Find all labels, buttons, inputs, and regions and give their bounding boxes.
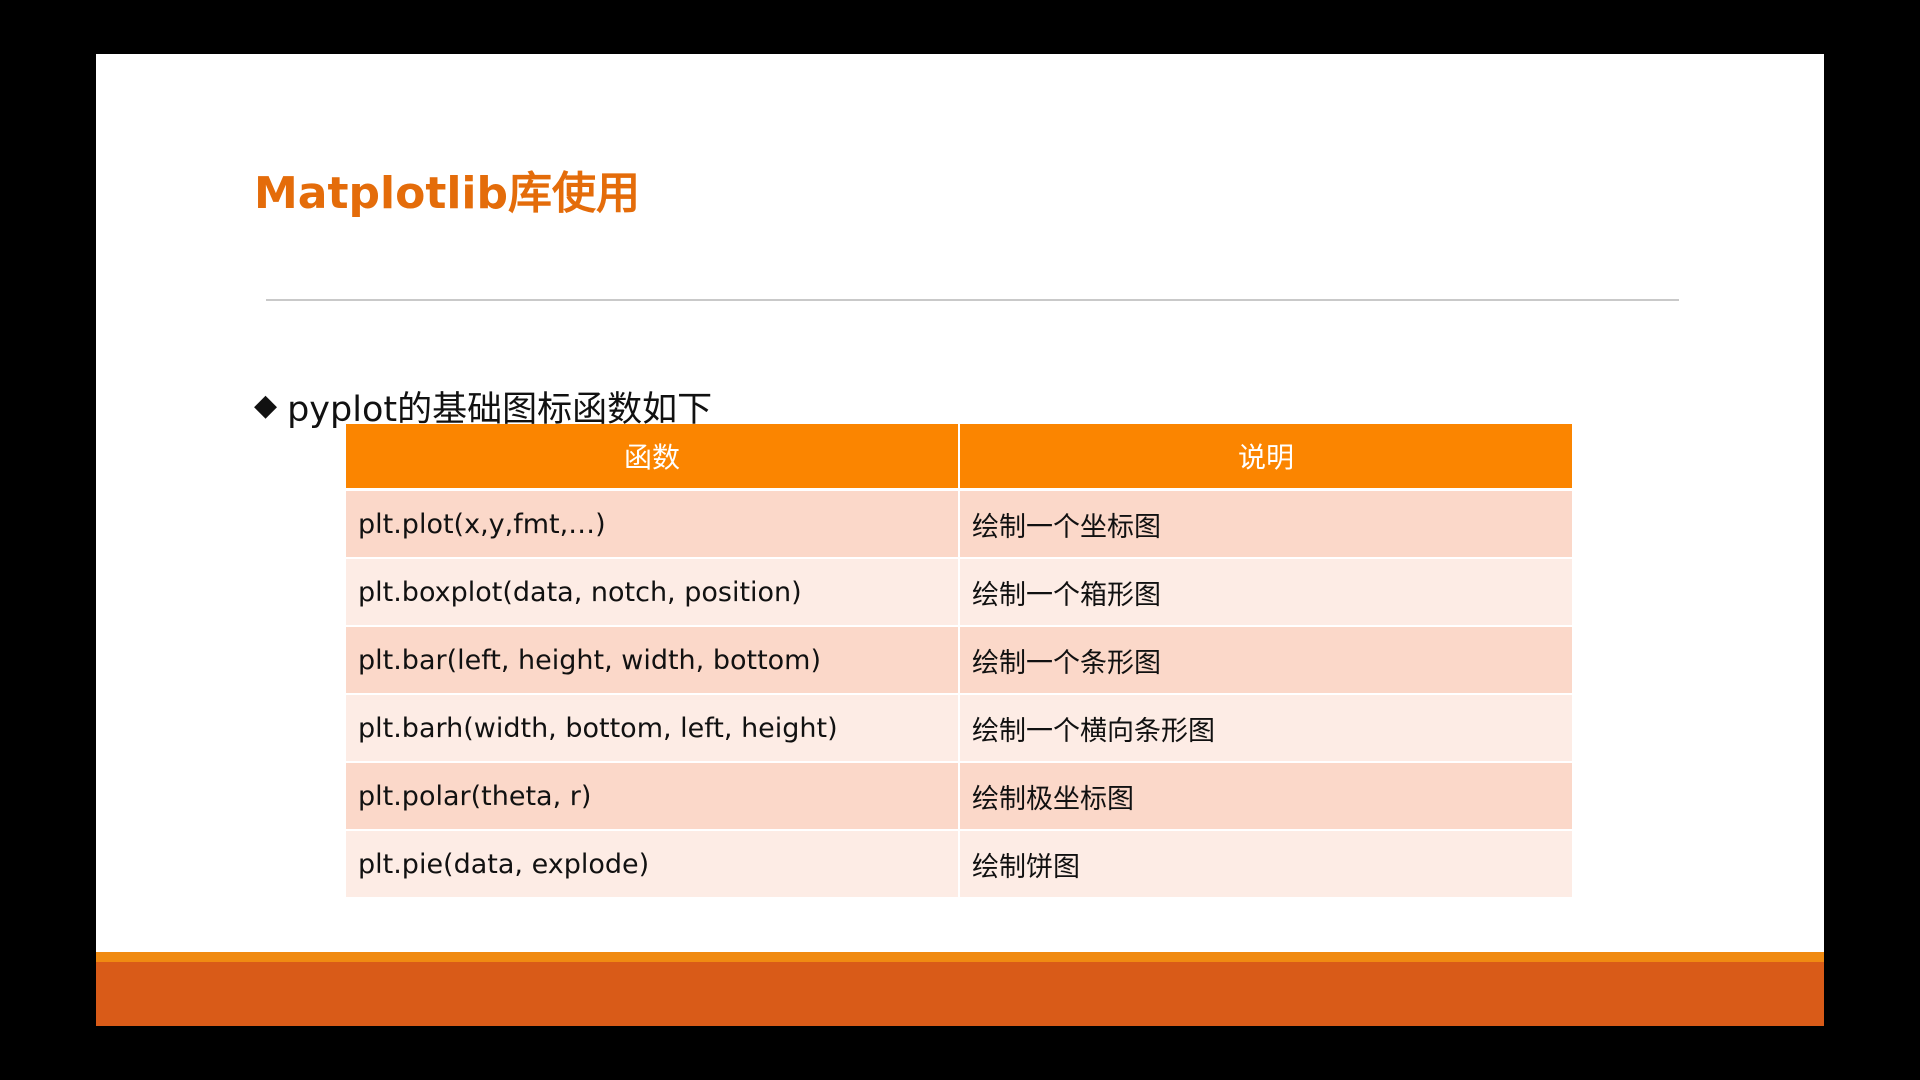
slide: Matplotlib库使用 ◆ pyplot的基础图标函数如下 函数 说明 pl… — [96, 54, 1824, 1026]
table-row: plt.plot(x,y,fmt,…) 绘制一个坐标图 — [346, 488, 1572, 558]
footer-band — [96, 962, 1824, 1026]
function-cell: plt.bar(left, height, width, bottom) — [346, 625, 959, 694]
description-cell: 绘制极坐标图 — [958, 761, 1572, 830]
function-cell: plt.pie(data, explode) — [346, 829, 959, 897]
table-row: plt.boxplot(data, notch, position) 绘制一个箱… — [346, 557, 1572, 626]
table-header-row: 函数 说明 — [346, 424, 1572, 491]
function-table: 函数 说明 plt.plot(x,y,fmt,…) 绘制一个坐标图 plt.bo… — [346, 424, 1572, 897]
diamond-bullet-icon: ◆ — [254, 388, 278, 423]
header-description: 说明 — [958, 424, 1572, 491]
description-cell: 绘制一个条形图 — [958, 625, 1572, 694]
function-cell: plt.barh(width, bottom, left, height) — [346, 693, 959, 762]
slide-title: Matplotlib库使用 — [254, 168, 641, 219]
description-cell: 绘制饼图 — [958, 829, 1572, 897]
function-cell: plt.polar(theta, r) — [346, 761, 959, 830]
footer-accent-line — [96, 952, 1824, 962]
function-cell: plt.boxplot(data, notch, position) — [346, 557, 959, 626]
table-row: plt.pie(data, explode) 绘制饼图 — [346, 829, 1572, 897]
function-cell: plt.plot(x,y,fmt,…) — [346, 488, 959, 558]
description-cell: 绘制一个横向条形图 — [958, 693, 1572, 762]
description-cell: 绘制一个箱形图 — [958, 557, 1572, 626]
table-row: plt.bar(left, height, width, bottom) 绘制一… — [346, 625, 1572, 694]
table-row: plt.barh(width, bottom, left, height) 绘制… — [346, 693, 1572, 762]
header-function: 函数 — [346, 424, 959, 491]
description-cell: 绘制一个坐标图 — [958, 488, 1572, 558]
table-row: plt.polar(theta, r) 绘制极坐标图 — [346, 761, 1572, 830]
title-divider — [266, 299, 1679, 301]
